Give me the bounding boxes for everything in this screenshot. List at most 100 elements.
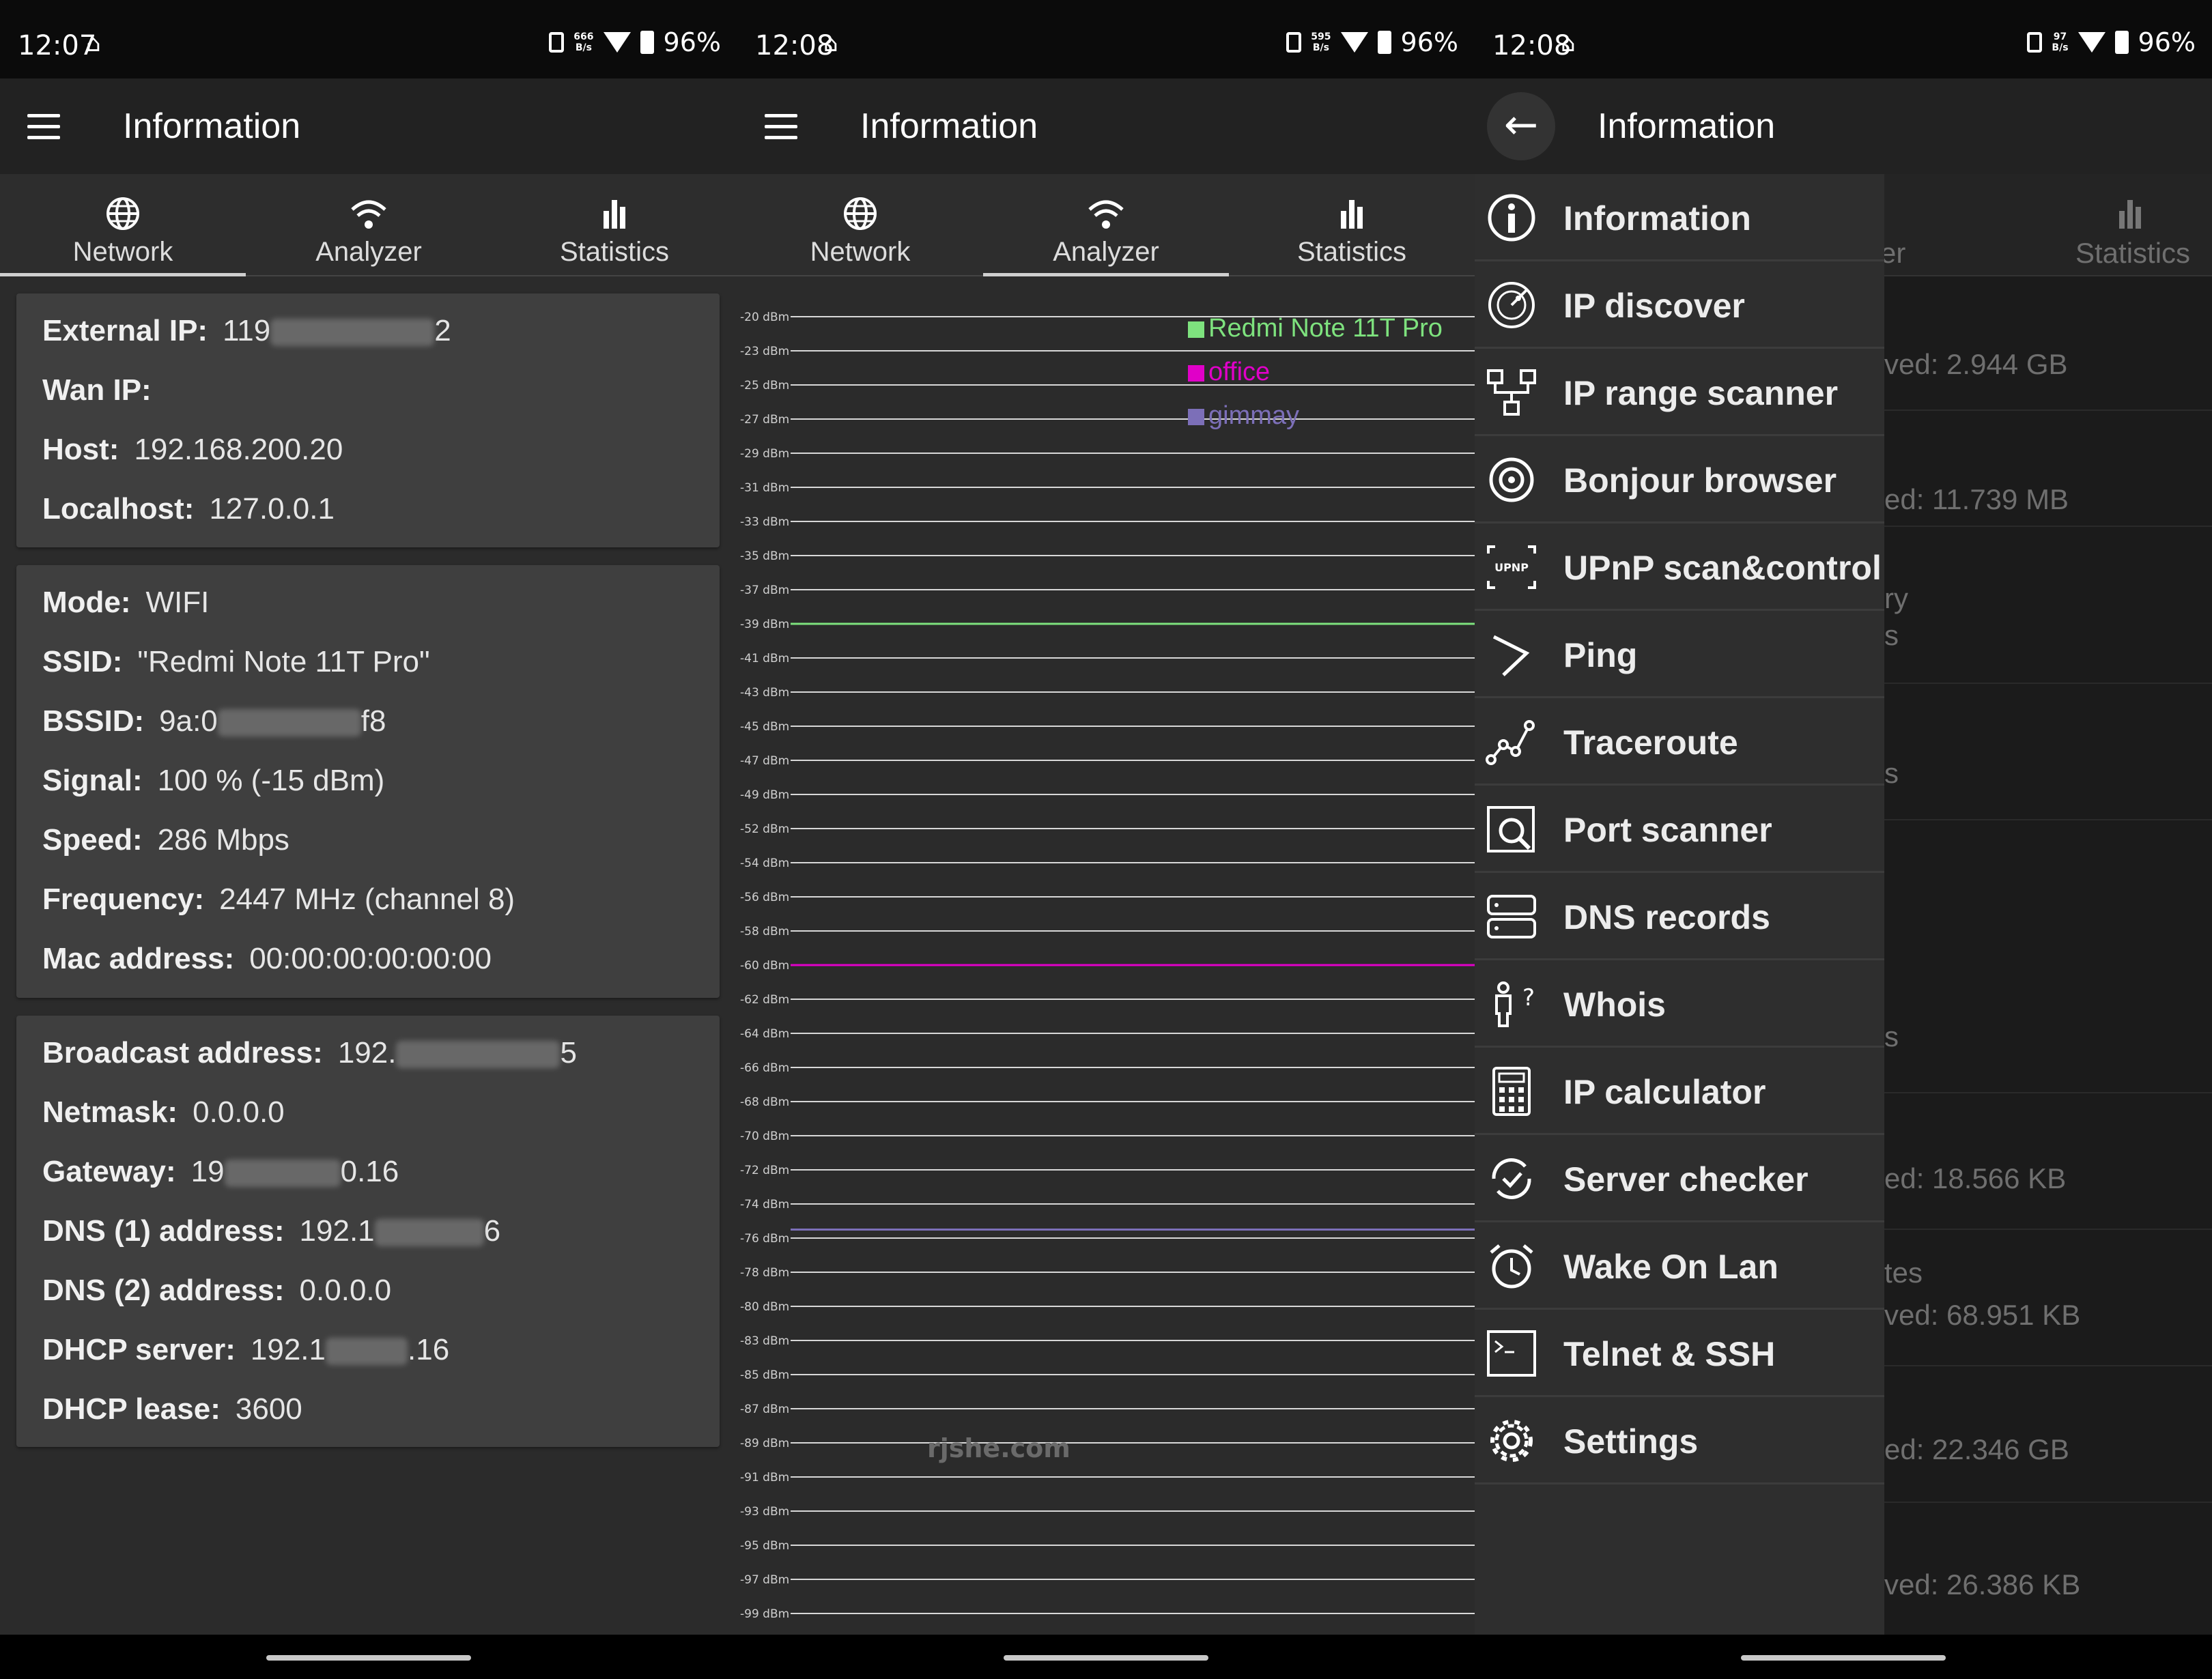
dimmed-stat-text: s [1884,757,1899,789]
battery-icon [2114,31,2129,54]
dimmed-stat-text: ed: 11.739 MB [1884,483,2069,515]
drawer-item-ip-calculator[interactable]: IP calculator [1475,1048,1884,1135]
app-bar: Information [737,78,1475,174]
drawer-item-upnp[interactable]: UPNP UPnP scan&control [1475,523,1884,611]
drawer-item-traceroute[interactable]: Traceroute [1475,698,1884,786]
drawer-item-telnet-ssh[interactable]: Telnet & SSH [1475,1310,1884,1397]
drawer-item-dns-records[interactable]: DNS records [1475,873,1884,960]
bonjour-icon [1489,457,1534,502]
status-bar: 12:08 ⌂ 97 B/s 96% [1475,0,2212,78]
hamburger-menu-icon[interactable] [765,114,806,141]
drawer-item-label: UPnP scan&control [1563,549,1882,587]
dns2-row: DNS (2) address: 0.0.0.0 [42,1274,392,1307]
nav-bar [737,1635,1475,1679]
port-scanner-icon [1487,806,1535,852]
dimmed-stat-text: ved: 2.944 GB [1884,348,2068,380]
globe-icon [844,197,877,230]
y-tick-label: -60 dBm [740,959,789,973]
y-tick-label: -74 dBm [740,1198,789,1211]
y-tick-label: -31 dBm [740,481,789,495]
battery-percent: 96% [663,27,721,57]
y-tick-label: -93 dBm [740,1505,789,1519]
y-tick-label: -72 dBm [740,1164,789,1177]
y-tick-label: -76 dBm [740,1232,789,1246]
home-gesture-bar[interactable] [266,1655,471,1661]
legend-label: Redmi Note 11T Pro [1208,314,1443,343]
drawer-item-information[interactable]: Information [1475,174,1884,261]
bar-chart-icon [2119,200,2141,229]
drawer-item-label: Traceroute [1563,723,1738,762]
y-tick-label: -95 dBm [740,1539,789,1553]
y-tick-label: -20 dBm [740,311,789,324]
mac-address-row: Mac address: 00:00:00:00:00:00 [42,942,492,975]
vibrate-icon [2027,32,2043,53]
app-bar: ← Information [1475,78,2212,174]
tab-statistics[interactable]: Statistics [1229,174,1475,275]
legend-label: office [1208,358,1271,386]
hamburger-menu-icon[interactable] [27,114,68,141]
drawer-item-server-checker[interactable]: Server checker [1475,1135,1884,1222]
y-tick-label: -83 dBm [740,1334,789,1348]
nav-bar [0,1635,737,1679]
y-tick-label: -91 dBm [740,1471,789,1484]
upnp-icon: UPNP [1487,545,1536,589]
dimmed-content[interactable]: er Statistics ved: 2.944 GB ed: 11.739 M… [1880,174,2212,1635]
drawer-item-wake-on-lan[interactable]: Wake On Lan [1475,1222,1884,1310]
frequency-row: Frequency: 2447 MHz (channel 8) [42,882,515,916]
y-tick-label: -49 dBm [740,788,789,802]
home-gesture-bar[interactable] [1004,1655,1208,1661]
drawer-item-ip-discover[interactable]: IP discover [1475,261,1884,349]
tab-statistics[interactable]: Statistics [492,174,737,275]
whois-icon: ? [1495,981,1535,1027]
home-gesture-bar[interactable] [1741,1655,1946,1661]
ping-icon [1492,635,1530,676]
drawer-item-whois[interactable]: ? Whois [1475,960,1884,1048]
svg-text:?: ? [1522,984,1535,1011]
dimmed-stat-text: ed: 22.346 GB [1884,1433,2069,1465]
page-title: Information [123,106,301,146]
drawer-item-label: Telnet & SSH [1563,1335,1776,1373]
y-tick-label: -25 dBm [740,379,789,392]
speed-row: Speed: 286 Mbps [42,823,289,857]
y-tick-label: -33 dBm [740,515,789,529]
status-time: 12:08 [755,30,834,61]
drawer-item-bonjour-browser[interactable]: Bonjour browser [1475,436,1884,523]
legend-swatch [1188,364,1204,382]
page-title: Information [860,106,1038,146]
status-time: 12:08 [1492,30,1572,61]
tab-network[interactable]: Network [0,174,246,276]
y-tick-label: -29 dBm [740,447,789,461]
wifi-icon [1088,200,1124,229]
dimmed-stat-text: ed: 18.566 KB [1884,1162,2067,1194]
drawer-item-ping[interactable]: Ping [1475,611,1884,698]
drawer-item-port-scanner[interactable]: Port scanner [1475,786,1884,873]
battery-icon [1377,31,1391,54]
drawer-item-label: IP discover [1563,287,1745,325]
network-speed: 595 B/s [1311,31,1331,53]
server-icon [1487,895,1536,938]
legend-item: office [1188,358,1443,401]
dns1-row: DNS (1) address: 192.1 6 [42,1214,501,1248]
back-arrow-icon[interactable]: ← [1487,92,1555,160]
tab-analyzer[interactable]: Analyzer [983,174,1229,276]
tab-analyzer[interactable]: Analyzer [246,174,492,275]
y-tick-label: -97 dBm [740,1573,789,1587]
netmask-row: Netmask: 0.0.0.0 [42,1095,285,1129]
dimmed-tab-bar: er Statistics [1880,174,2212,276]
sim-icon: ⌂ [86,30,101,57]
tab-label: Statistics [559,237,670,267]
y-tick-label: -54 dBm [740,857,789,870]
vibrate-icon [1286,32,1302,53]
legend-swatch [1188,408,1204,425]
tab-label: Network [810,237,911,267]
drawer-item-ip-range-scanner[interactable]: IP range scanner [1475,349,1884,436]
drawer-item-settings[interactable]: Settings [1475,1397,1884,1484]
y-tick-label: -52 dBm [740,822,789,836]
svg-text:UPNP: UPNP [1494,561,1529,574]
mode-row: Mode: WIFI [42,586,210,619]
wifi-signal-icon [603,32,631,53]
tab-network[interactable]: Network [737,174,983,275]
wifi-info-card: Mode: WIFI SSID: "Redmi Note 11T Pro" BSSI… [16,565,720,998]
host-row: Host: 192.168.200.20 [42,433,343,466]
y-tick-label: -43 dBm [740,686,789,700]
